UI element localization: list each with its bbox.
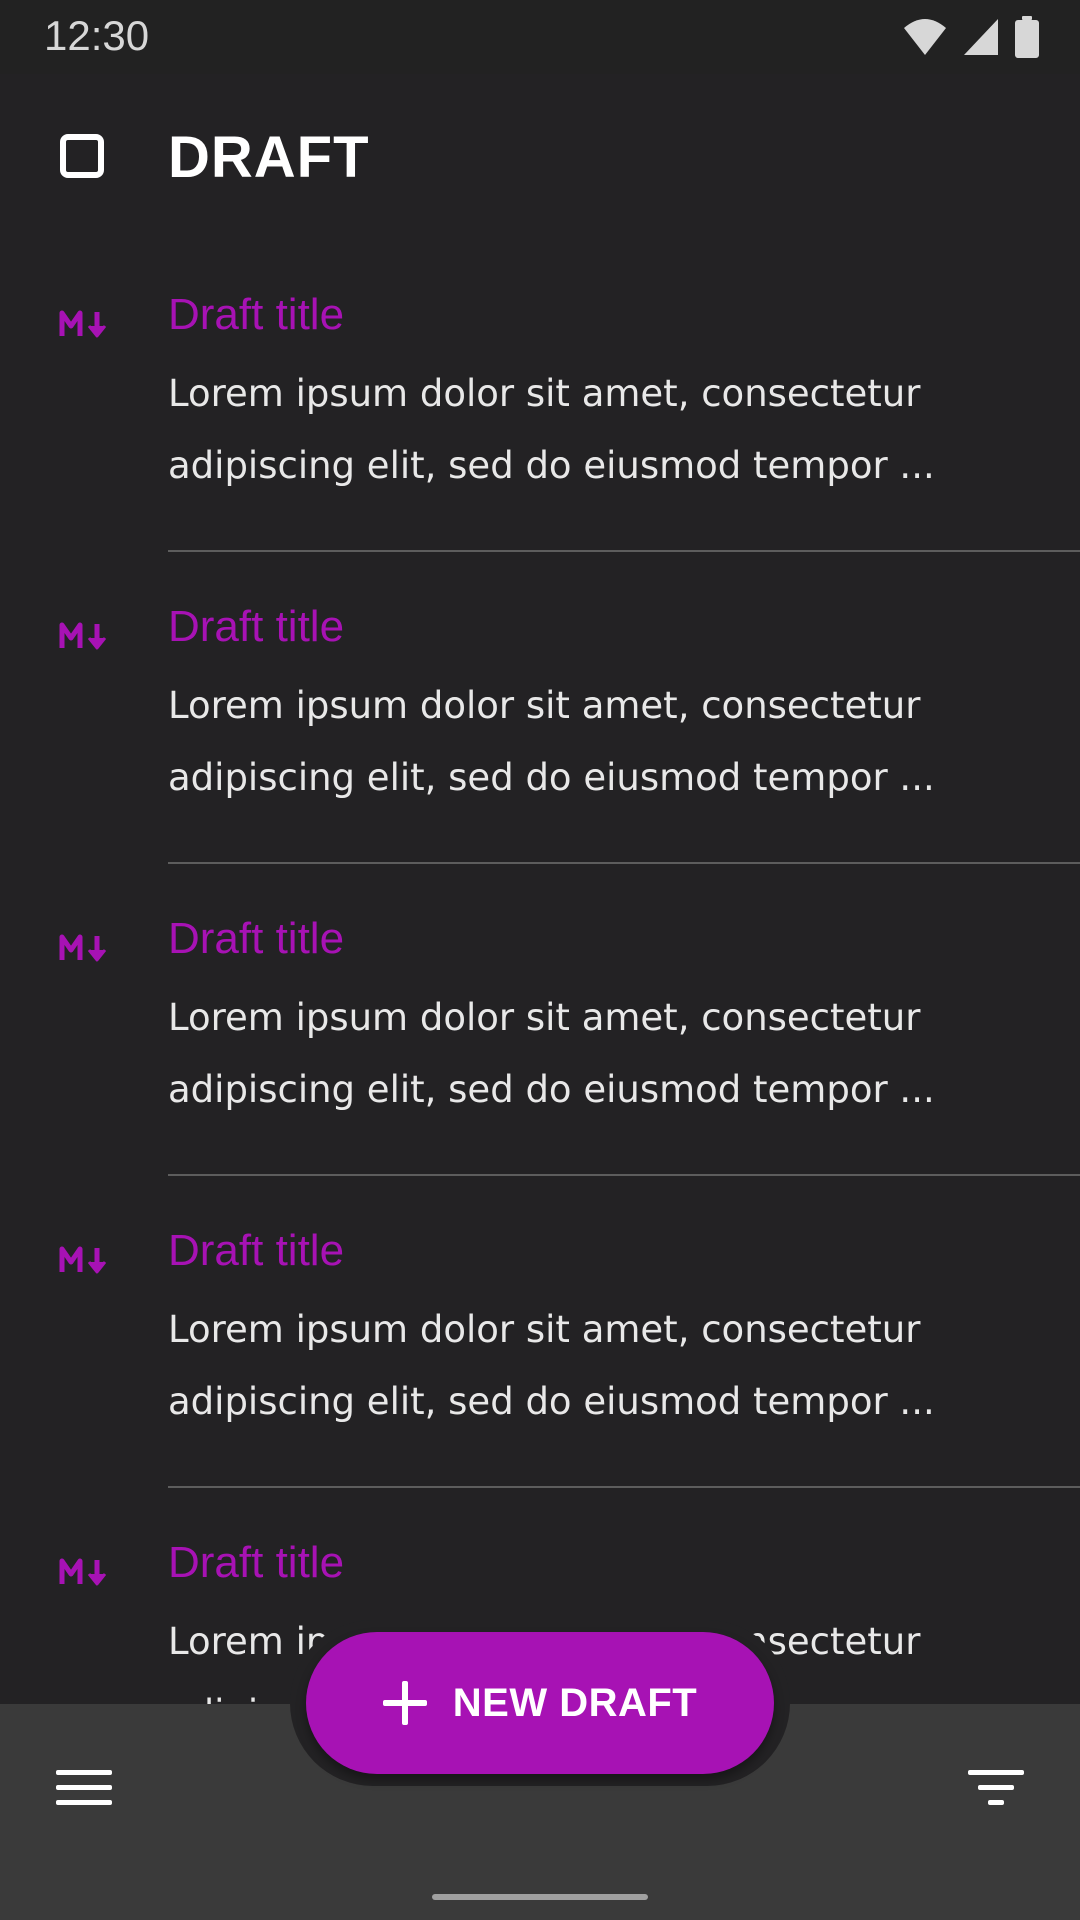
new-draft-button[interactable]: NEW DRAFT — [306, 1632, 774, 1774]
divider — [168, 862, 1080, 864]
menu-icon[interactable] — [56, 1768, 112, 1808]
draft-preview-line: adipiscing elit, sed do eiusmod tempor .… — [168, 1380, 935, 1423]
list-item[interactable]: Draft title Lorem ipsum dolor sit amet, … — [0, 884, 1080, 1196]
divider — [168, 1486, 1080, 1488]
list-item[interactable]: Draft title Lorem ipsum dolor sit amet, … — [0, 260, 1080, 572]
draft-title: Draft title — [168, 602, 345, 651]
draft-title: Draft title — [168, 1538, 345, 1587]
draft-preview-line: adipiscing elit, sed do eiusmod tempor .… — [168, 444, 935, 487]
draft-preview: Lorem ipsum dolor sit amet, consectetur … — [168, 358, 1038, 502]
markdown-icon — [59, 622, 107, 650]
plus-icon — [382, 1681, 427, 1725]
status-bar: 12:30 — [0, 0, 1080, 74]
markdown-icon — [59, 310, 107, 338]
page-title: DRAFT — [168, 125, 370, 190]
draft-preview-line: Lorem ipsum dolor sit amet, consectetur — [168, 996, 921, 1039]
screen: 12:30 DRAFT Draft title Lorem ipsum dolo… — [0, 0, 1080, 1920]
draft-preview-line: Lorem ipsum dolor sit amet, consectetur — [168, 372, 921, 415]
app-header: DRAFT — [0, 74, 1080, 244]
draft-preview-line: adipiscing elit, sed do eiusmod tempor .… — [168, 756, 935, 799]
new-draft-label: NEW DRAFT — [452, 1680, 698, 1725]
draft-title: Draft title — [168, 914, 345, 963]
draft-preview: Lorem ipsum dolor sit amet, consectetur … — [168, 1294, 1038, 1438]
markdown-icon — [59, 1558, 107, 1586]
markdown-icon — [59, 1246, 107, 1274]
draft-preview: Lorem ipsum dolor sit amet, consectetur … — [168, 670, 1038, 814]
divider — [168, 550, 1080, 552]
status-time: 12:30 — [44, 12, 150, 59]
wifi-icon — [904, 19, 946, 55]
list-item[interactable]: Draft title Lorem ipsum dolor sit amet, … — [0, 572, 1080, 884]
home-indicator[interactable] — [432, 1894, 648, 1900]
battery-icon — [1015, 16, 1039, 58]
draft-list: Draft title Lorem ipsum dolor sit amet, … — [0, 260, 1080, 1820]
filter-icon[interactable] — [968, 1768, 1024, 1808]
markdown-icon — [59, 934, 107, 962]
draft-preview-line: Lorem ipsum dolor sit amet, consectetur — [168, 1308, 921, 1351]
draft-preview-line: adipiscing elit, sed do eiusmod tempor .… — [168, 1068, 935, 1111]
draft-preview: Lorem ipsum dolor sit amet, consectetur … — [168, 982, 1038, 1126]
select-all-checkbox[interactable] — [60, 134, 104, 178]
signal-icon — [964, 19, 998, 55]
draft-preview-line: Lorem ipsum dolor sit amet, consectetur — [168, 684, 921, 727]
draft-title: Draft title — [168, 1226, 345, 1275]
status-icons — [902, 16, 1040, 58]
draft-title: Draft title — [168, 290, 345, 339]
list-item[interactable]: Draft title Lorem ipsum dolor sit amet, … — [0, 1196, 1080, 1508]
divider — [168, 1174, 1080, 1176]
